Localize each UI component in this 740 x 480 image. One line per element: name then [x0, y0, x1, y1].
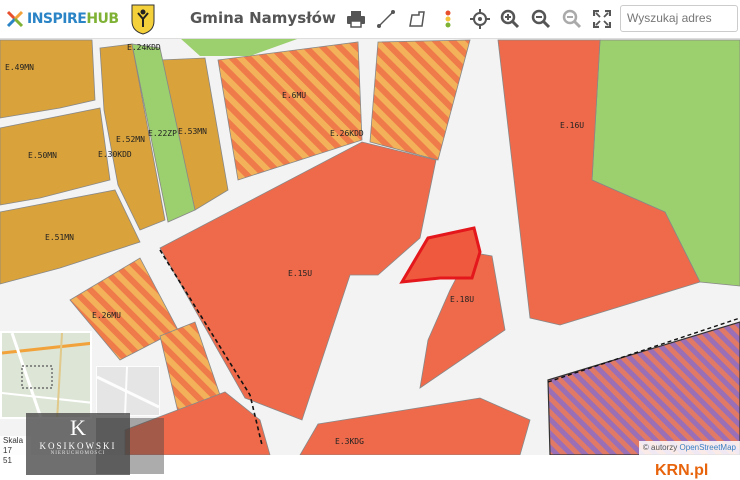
minimap-secondary-image — [97, 367, 159, 415]
fullscreen-icon — [593, 10, 611, 28]
measure-line-button[interactable] — [374, 7, 398, 31]
overview-minimap[interactable] — [0, 331, 92, 419]
overview-minimap-secondary — [96, 366, 160, 416]
measure-line-icon — [377, 10, 395, 28]
attribution-prefix: © autorzy — [642, 443, 678, 452]
measure-area-icon — [409, 11, 425, 27]
zone-label: E.26MU — [92, 311, 121, 320]
zone-label: E.26KDD — [330, 129, 364, 138]
inspirehub-logo-icon — [6, 10, 24, 28]
zone-label: E.3KDG — [335, 437, 364, 446]
zone-label: E.15U — [288, 269, 312, 278]
minimap-image — [2, 333, 90, 417]
zoom-in-button[interactable] — [498, 7, 522, 31]
print-icon — [347, 11, 365, 28]
zone-label: E.24KDD — [127, 43, 161, 52]
address-search-input[interactable]: Wyszukaj adres — [620, 5, 738, 32]
legend-icon — [445, 10, 451, 28]
brand-text-right: HUB — [86, 11, 119, 27]
zone-label: E.50MN — [28, 151, 57, 160]
brand-text-left: INSPIRE — [27, 11, 87, 27]
zone-label: E.51MN — [45, 233, 74, 242]
zone-label: E.6MU — [282, 91, 306, 100]
zoom-extent-icon — [562, 9, 582, 29]
locate-button[interactable] — [468, 7, 492, 31]
municipality-title: Gmina Namysłów — [190, 9, 336, 27]
zoom-extent-button[interactable] — [560, 7, 584, 31]
print-button[interactable] — [344, 7, 368, 31]
map-attribution: © autorzy OpenStreetMap — [638, 441, 740, 455]
krn-logo: KRN.pl — [655, 462, 709, 479]
map-canvas[interactable]: E.49MN E.24KDD E.6MU E.26KDD E.52MN E.22… — [0, 38, 740, 479]
inspirehub-logo[interactable]: INSPIREHUB — [6, 8, 119, 30]
zone-label: E.53MN — [178, 127, 207, 136]
legend-button[interactable] — [436, 7, 460, 31]
measure-area-button[interactable] — [405, 7, 429, 31]
top-toolbar: INSPIREHUB Gmina Namysłów Wyszukaj adres — [0, 0, 740, 39]
zoom-in-icon — [500, 9, 520, 29]
municipality-crest-icon — [131, 4, 155, 35]
crosshair-icon — [470, 9, 490, 29]
zoom-out-button[interactable] — [529, 7, 553, 31]
zone-label: E.22ZP — [148, 129, 177, 138]
zone-label: E.30KDD — [98, 150, 132, 159]
watermark-sub: NIERUCHOMOŚCI — [50, 451, 106, 456]
osm-attribution-link[interactable]: OpenStreetMap — [680, 443, 736, 452]
zone-label: E.49MN — [5, 63, 34, 72]
zoom-out-icon — [531, 9, 551, 29]
watermark-name: KOSIKOWSKI — [39, 441, 117, 451]
zone-label: E.18U — [450, 295, 474, 304]
zone-label: E.16U — [560, 121, 584, 130]
zone-label: E.52MN — [116, 135, 145, 144]
agency-watermark: K KOSIKOWSKI NIERUCHOMOŚCI — [26, 413, 130, 475]
fullscreen-button[interactable] — [590, 7, 614, 31]
watermark-mark: K — [70, 415, 86, 440]
